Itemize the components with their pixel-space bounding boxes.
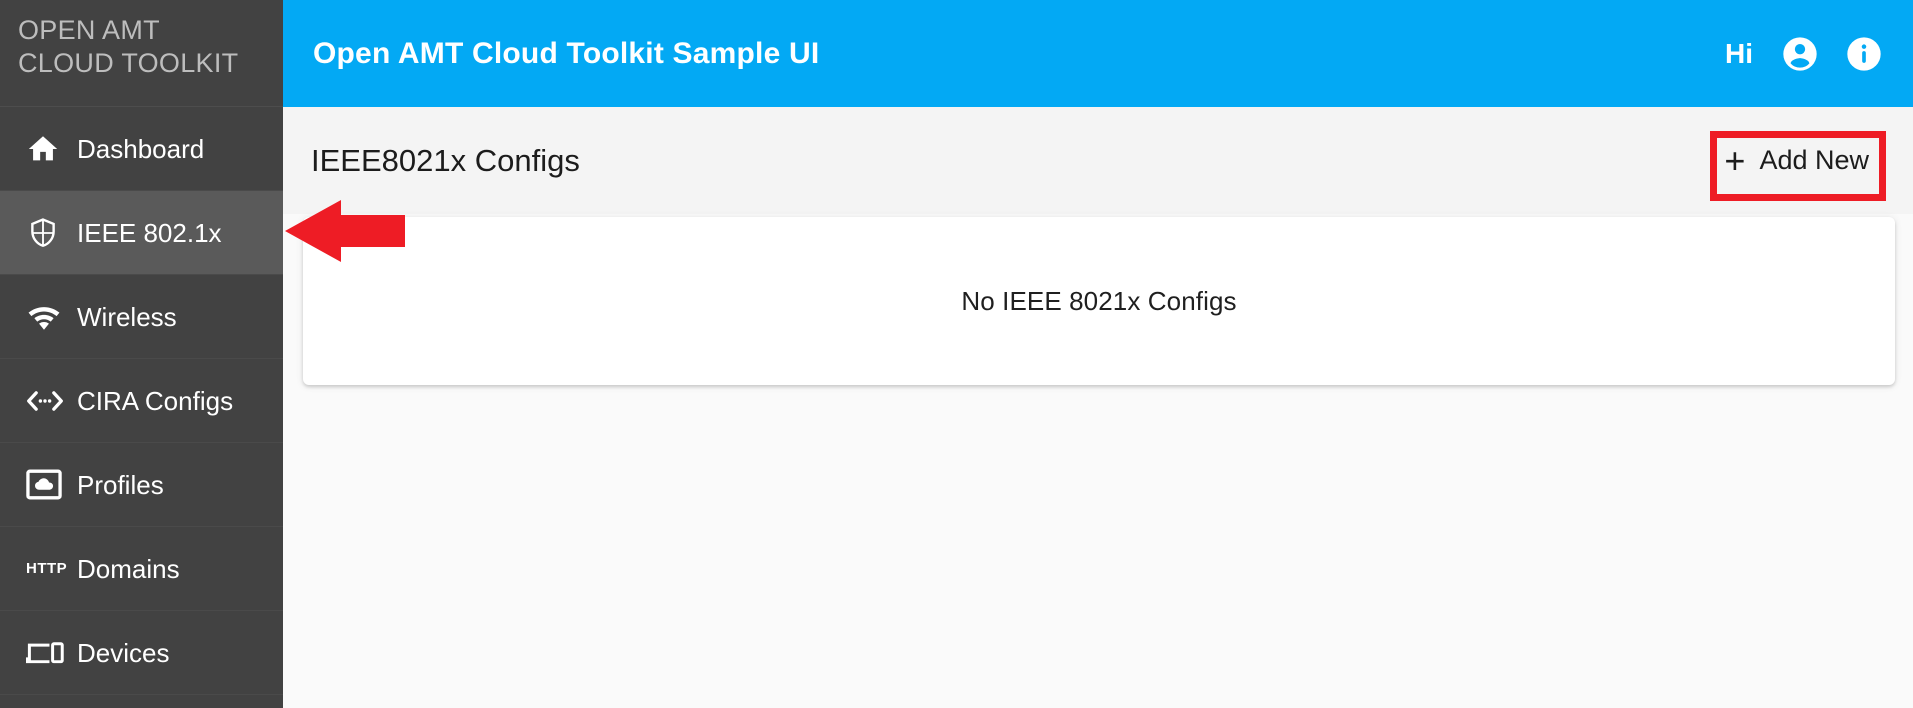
sidebar-item-profiles[interactable]: Profiles: [0, 443, 283, 527]
sidebar-nav: Dashboard IEEE 802.1x Wireless CIRA Conf…: [0, 107, 283, 695]
configs-card: No IEEE 8021x Configs: [303, 217, 1895, 385]
wifi-icon: [26, 302, 70, 332]
sidebar-item-label: CIRA Configs: [77, 385, 234, 416]
plus-icon: +: [1724, 139, 1746, 181]
shield-icon: [26, 216, 70, 250]
info-circle-icon[interactable]: [1843, 33, 1885, 75]
app-root: OPEN AMT CLOUD TOOLKIT Dashboard IEEE 80…: [0, 0, 1913, 708]
sidebar-item-dashboard[interactable]: Dashboard: [0, 107, 283, 191]
sidebar-item-wireless[interactable]: Wireless: [0, 275, 283, 359]
greeting-text: Hi: [1725, 37, 1753, 69]
main-area: Open AMT Cloud Toolkit Sample UI Hi IEEE…: [283, 0, 1913, 708]
account-circle-icon[interactable]: [1779, 33, 1821, 75]
content-area: No IEEE 8021x Configs: [283, 214, 1913, 708]
brand-title: OPEN AMT CLOUD TOOLKIT: [0, 0, 283, 107]
devices-icon: [26, 639, 70, 667]
code-arrows-icon: [26, 387, 70, 415]
sidebar-item-devices[interactable]: Devices: [0, 611, 283, 695]
topbar-actions: Hi: [1725, 33, 1885, 75]
http-icon: HTTP: [26, 560, 70, 577]
sidebar-item-ieee-802-1x[interactable]: IEEE 802.1x: [0, 191, 283, 275]
http-glyph-text: HTTP: [26, 560, 68, 577]
add-new-button[interactable]: + Add New: [1710, 135, 1887, 186]
sidebar-item-label: IEEE 802.1x: [77, 217, 222, 248]
sidebar-item-label: Wireless: [77, 301, 177, 332]
sidebar: OPEN AMT CLOUD TOOLKIT Dashboard IEEE 80…: [0, 0, 283, 708]
sidebar-item-label: Domains: [77, 553, 180, 584]
home-icon: [26, 132, 70, 166]
app-title: Open AMT Cloud Toolkit Sample UI: [313, 36, 820, 70]
page-toolbar: IEEE8021x Configs + Add New: [283, 107, 1913, 214]
page-title: IEEE8021x Configs: [311, 142, 580, 178]
sidebar-item-label: Profiles: [77, 469, 164, 500]
sidebar-item-domains[interactable]: HTTP Domains: [0, 527, 283, 611]
sidebar-item-label: Devices: [77, 637, 170, 668]
sidebar-item-cira-configs[interactable]: CIRA Configs: [0, 359, 283, 443]
topbar: Open AMT Cloud Toolkit Sample UI Hi: [283, 0, 1913, 107]
sidebar-item-label: Dashboard: [77, 133, 205, 164]
empty-state-message: No IEEE 8021x Configs: [961, 285, 1237, 316]
cloud-box-icon: [26, 469, 70, 500]
add-new-label: Add New: [1759, 145, 1869, 175]
